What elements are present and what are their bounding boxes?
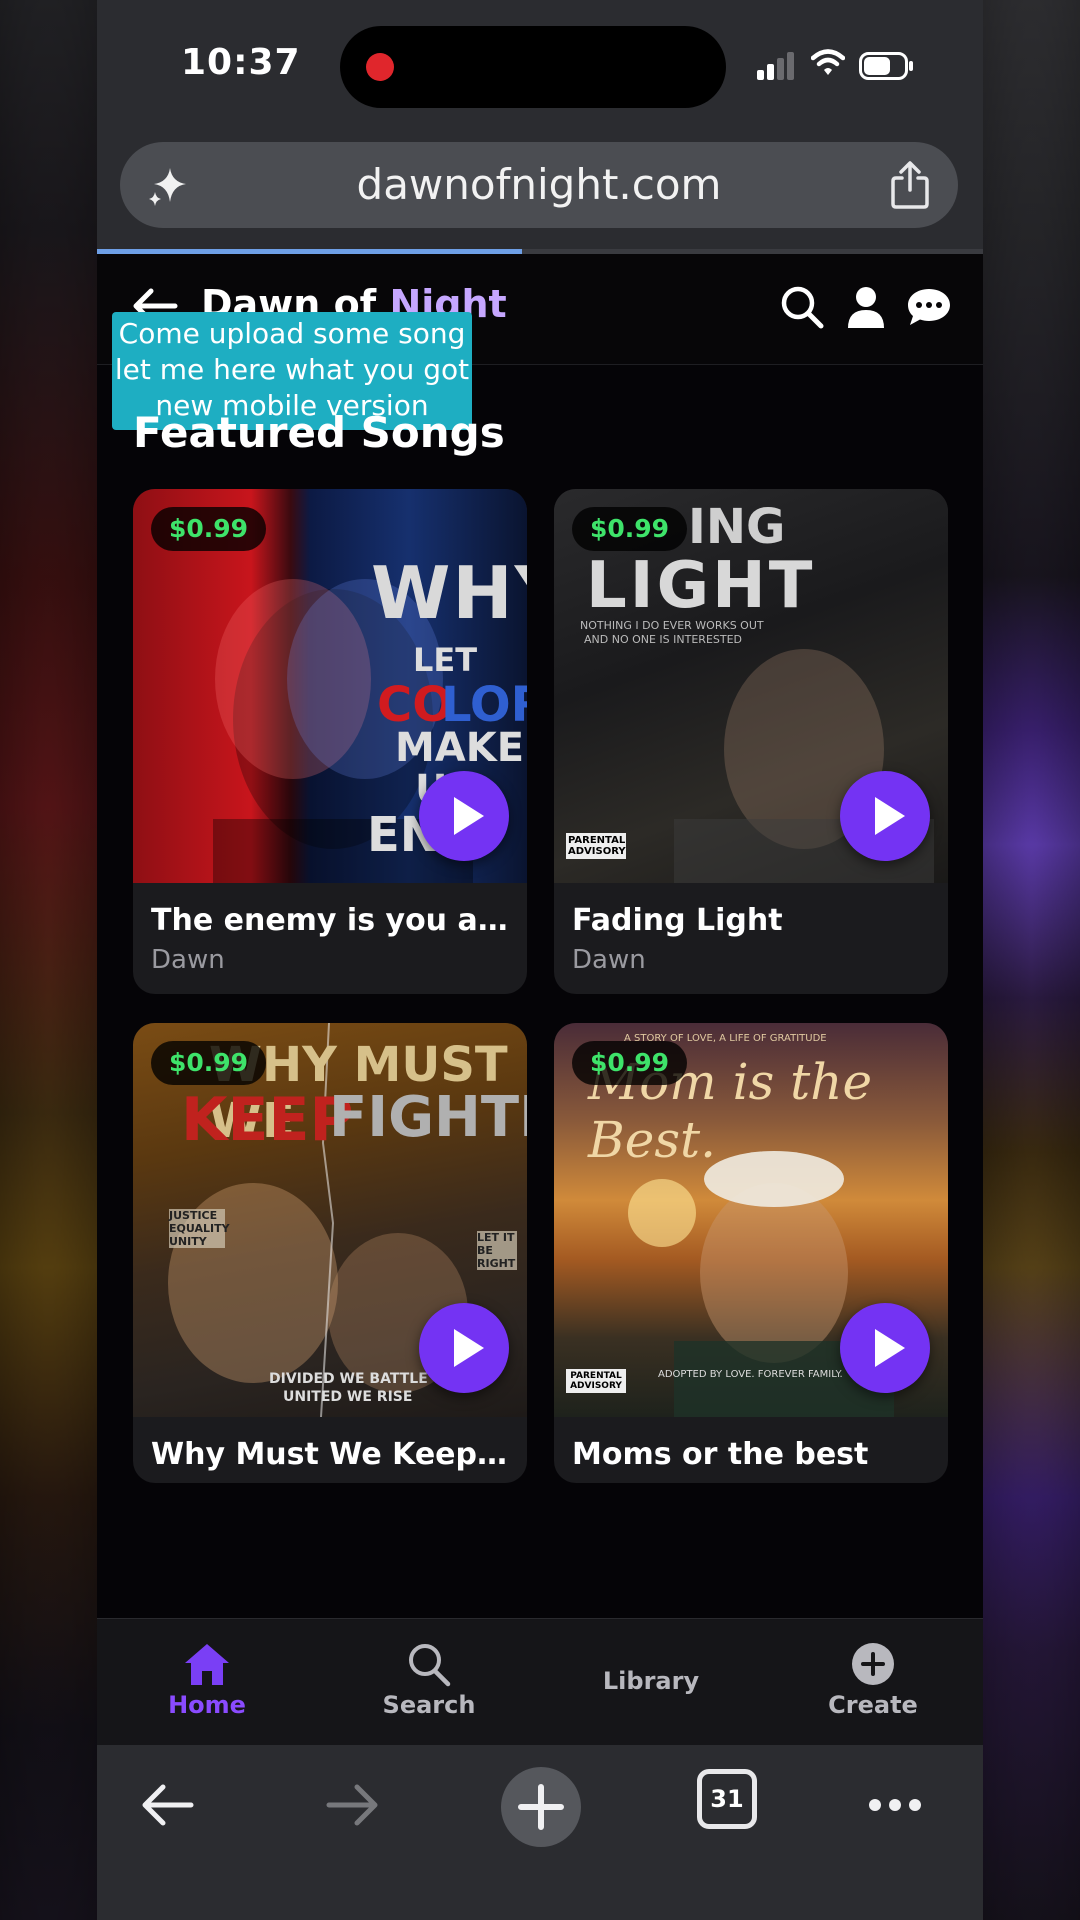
parental-advisory-label: PARENTAL ADVISORY [566,1369,626,1393]
album-art: ING LIGHT NOTHING I DO EVER WORKS OUT AN… [554,489,948,883]
album-art-text: WHY [371,551,527,635]
cellular-signal-icon [757,52,794,80]
album-art-text: KEEP [181,1085,354,1155]
price-badge: $0.99 [151,507,267,551]
play-button[interactable] [419,1303,509,1393]
song-card[interactable]: A STORY OF LOVE, A LIFE OF GRATITUDE Mom… [554,1023,948,1483]
song-card[interactable]: WHY LET CO LOR MAKE US ENE $0.99 The ene… [133,489,527,994]
price-badge: $0.99 [572,1041,688,1085]
share-icon[interactable] [888,160,932,210]
address-bar[interactable]: dawnofnight.com [120,142,958,228]
song-artist[interactable]: Dawn [572,945,646,975]
album-art-text: ADOPTED BY LOVE. FOREVER FAMILY. [658,1369,843,1380]
album-art: WHY LET CO LOR MAKE US ENE $0.99 [133,489,527,883]
blurred-background-right [983,0,1080,1920]
album-art-text: LIGHT [586,549,816,623]
caption-line-2: let me here what you got [114,353,470,386]
chat-bubble-icon[interactable] [905,284,953,330]
album-art-text: FIGHTING [329,1085,527,1150]
phone-screen: 10:37 dawnofnight.com Dawn of Night Come… [97,0,983,1920]
song-title[interactable]: Why Must We Keep ... [151,1437,511,1472]
price-badge: $0.99 [151,1041,267,1085]
tab-switcher-button[interactable]: 31 [697,1769,757,1829]
song-artist[interactable]: Dawn [151,945,225,975]
browser-back-icon[interactable] [139,1781,195,1829]
album-art-text: ING [688,499,786,555]
nav-search[interactable]: Search [349,1641,509,1719]
play-button[interactable] [840,1303,930,1393]
song-card[interactable]: ING LIGHT NOTHING I DO EVER WORKS OUT AN… [554,489,948,994]
browser-top-bar: 10:37 dawnofnight.com [97,0,983,250]
album-art: A STORY OF LOVE, A LIFE OF GRATITUDE Mom… [554,1023,948,1417]
nav-library[interactable]: Library [571,1663,731,1695]
caption-line-1: Come upload some song [118,317,466,350]
play-button[interactable] [840,771,930,861]
battery-icon [859,52,913,80]
album-art-text: NOTHING I DO EVER WORKS OUT [580,619,764,632]
home-icon [185,1644,229,1685]
more-options-icon[interactable] [867,1795,923,1815]
song-title[interactable]: Fading Light [572,903,932,938]
nav-search-label: Search [382,1691,476,1719]
search-icon[interactable] [779,284,825,330]
album-art-text: AND NO ONE IS INTERESTED [584,633,743,646]
url-text[interactable]: dawnofnight.com [120,160,958,209]
nav-home-label: Home [168,1691,246,1719]
protest-sign-text: JUSTICE EQUALITY UNITY [169,1209,230,1248]
user-profile-icon[interactable] [843,284,889,330]
browser-bottom-toolbar: 31 [97,1745,983,1920]
nav-create[interactable]: Create [793,1641,953,1719]
album-art-text: MAKE [395,725,525,771]
plus-icon [518,1784,564,1830]
song-title[interactable]: The enemy is you an... [151,903,511,938]
parental-advisory-label: PARENTAL ADVISORY [566,833,626,859]
play-button[interactable] [419,771,509,861]
song-card[interactable]: WHY MUST WE KEEP FIGHTING DIVIDED WE BAT… [133,1023,527,1483]
album-art-text: LET [413,641,478,679]
dynamic-island [340,26,726,108]
featured-songs-heading: Featured Songs [133,408,505,457]
recording-indicator-icon [366,53,394,81]
wifi-icon [811,49,845,75]
app-bottom-nav: Home Search Library Create [97,1618,983,1745]
album-art-text: UNITED WE RISE [283,1389,413,1405]
album-art-text: DIVIDED WE BATTLE [269,1371,428,1387]
browser-forward-icon[interactable] [325,1781,381,1829]
plus-circle-icon [852,1643,894,1685]
price-badge: $0.99 [572,507,688,551]
song-title[interactable]: Moms or the best [572,1437,932,1472]
protest-sign-text: LET IT BE RIGHT [477,1231,517,1270]
album-art: WHY MUST WE KEEP FIGHTING DIVIDED WE BAT… [133,1023,527,1417]
nav-library-label: Library [602,1667,700,1695]
status-time: 10:37 [181,42,301,83]
search-icon [409,1644,451,1687]
new-tab-button[interactable] [501,1767,581,1847]
blurred-background-left [0,0,97,1920]
nav-create-label: Create [828,1691,918,1719]
nav-home[interactable]: Home [127,1641,287,1719]
